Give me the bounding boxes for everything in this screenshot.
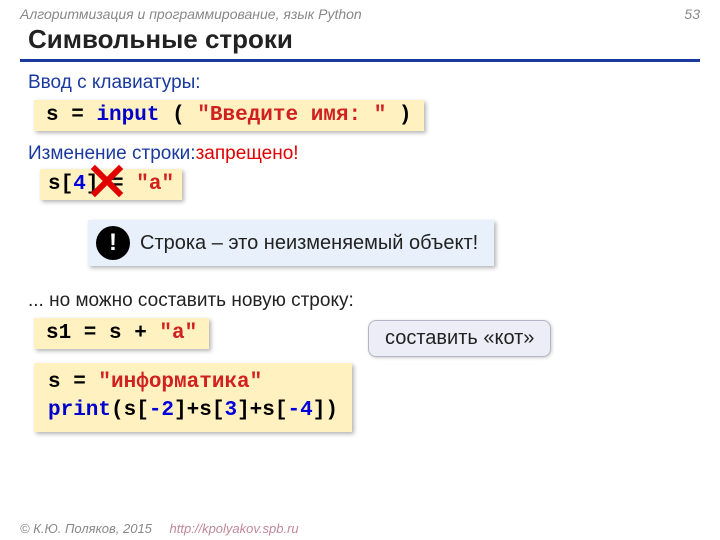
code4-l2c: -2: [149, 399, 174, 422]
code4-l1b: "информатика": [98, 371, 262, 394]
code2-lhs: s[: [48, 173, 73, 196]
exclamation-icon: !: [96, 226, 130, 260]
notice-text: Строка – это неизменяемый объект!: [140, 232, 478, 255]
code4-l2g: -4: [288, 399, 313, 422]
code-forbidden: s[4] = "a": [40, 169, 182, 200]
callout-kot: составить «кот»: [368, 320, 551, 357]
slide-content: Ввод с клавиатуры: s = input ( "Введите …: [0, 62, 720, 432]
code-eq: =: [71, 104, 84, 127]
slide-footer: © К.Ю. Поляков, 2015 http://kpolyakov.sp…: [20, 521, 299, 536]
code3-val: "a": [159, 322, 197, 345]
code-input: s = input ( "Введите имя: " ): [34, 100, 424, 131]
code4-l2b: (s[: [111, 399, 149, 422]
page-title: Символьные строки: [20, 24, 700, 62]
code-concat: s1 = s + "a": [34, 318, 209, 349]
code4-l2h: ]): [313, 399, 338, 422]
page-number: 53: [684, 6, 700, 22]
code4-l2d: ]+s[: [174, 399, 224, 422]
code-func: input: [96, 104, 159, 127]
footer-copyright: © К.Ю. Поляков, 2015: [20, 521, 152, 536]
code-var: s: [46, 104, 59, 127]
section-input-label: Ввод с клавиатуры:: [28, 72, 692, 94]
code4-print: print: [48, 399, 111, 422]
section-mutation: Изменение строки:запрещено!: [28, 143, 692, 165]
footer-url: http://kpolyakov.spb.ru: [170, 521, 299, 536]
course-subject: Алгоритмизация и программирование, язык …: [20, 6, 362, 22]
code-prompt: "Введите имя: ": [197, 104, 386, 127]
code4-l1a: s =: [48, 371, 98, 394]
section-mutation-b: запрещено!: [196, 143, 299, 164]
code-lpar: (: [172, 104, 185, 127]
row-concat: s1 = s + "a" составить «кот»: [28, 316, 692, 355]
slide-header: Алгоритмизация и программирование, язык …: [0, 0, 720, 24]
notice-box: ! Строка – это неизменяемый объект!: [88, 220, 494, 266]
code2-idx: 4: [73, 173, 86, 196]
code2-rhs: ] =: [86, 173, 136, 196]
code-example: s = "информатика" print(s[-2]+s[3]+s[-4]…: [34, 363, 352, 432]
section-mutation-a: Изменение строки:: [28, 143, 196, 164]
code4-l2f: ]+s[: [237, 399, 287, 422]
section-newstring: ... но можно составить новую строку:: [28, 290, 692, 312]
code2-val: "a": [136, 173, 174, 196]
code4-l2e: 3: [224, 399, 237, 422]
code3-lhs: s1 = s +: [46, 322, 159, 345]
code-rpar: ): [399, 104, 412, 127]
